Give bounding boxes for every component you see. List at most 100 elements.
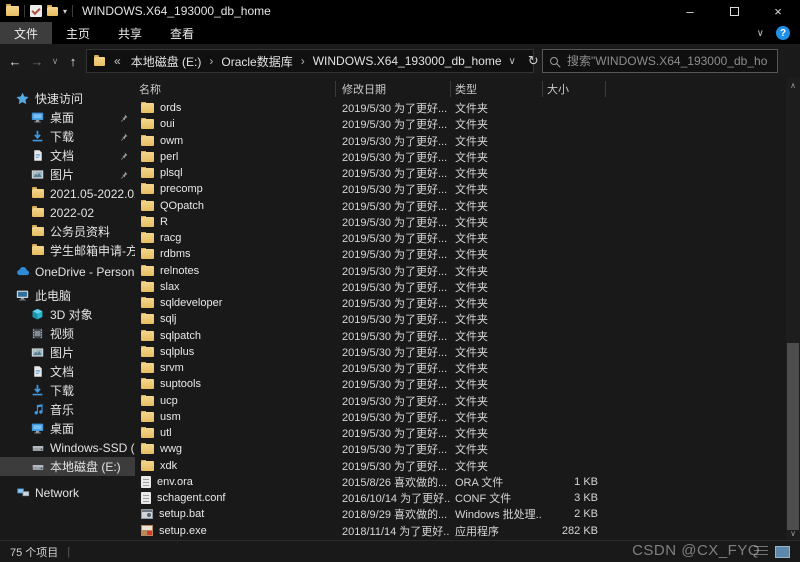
file-type: 文件夹 — [450, 328, 542, 344]
address-dropdown-icon[interactable]: ∨ — [509, 56, 516, 67]
folder-row[interactable]: srvm2019/5/30 为了更好...文件夹 — [135, 360, 786, 376]
column-divider[interactable] — [542, 81, 543, 97]
back-button[interactable]: ← — [4, 54, 26, 69]
sidebar-item[interactable]: 音乐 — [0, 400, 135, 419]
file-type: 应用程序 — [450, 523, 542, 539]
folder-icon — [141, 331, 154, 341]
file-row[interactable]: setup.bat2018/9/29 喜欢做的...Windows 批处理...… — [135, 506, 786, 522]
sidebar-item[interactable]: 学生邮箱申请-方宜 — [0, 241, 135, 260]
maximize-button[interactable] — [712, 0, 756, 22]
folder-row[interactable]: slax2019/5/30 为了更好...文件夹 — [135, 279, 786, 295]
refresh-icon[interactable]: ↻ — [528, 53, 539, 69]
help-icon[interactable]: ? — [776, 26, 790, 40]
column-header-date[interactable]: 修改日期 — [335, 81, 450, 97]
folder-row[interactable]: precomp2019/5/30 为了更好...文件夹 — [135, 181, 786, 197]
folder-row[interactable]: plsql2019/5/30 为了更好...文件夹 — [135, 165, 786, 181]
file-type: 文件夹 — [450, 181, 542, 197]
folder-row[interactable]: owm2019/5/30 为了更好...文件夹 — [135, 133, 786, 149]
sidebar-item-label: 此电脑 — [35, 287, 71, 304]
folder-row[interactable]: sqlpatch2019/5/30 为了更好...文件夹 — [135, 328, 786, 344]
vertical-scrollbar[interactable]: ∧ ∨ — [786, 78, 800, 540]
sidebar-item[interactable]: 视频 — [0, 324, 135, 343]
sidebar-item[interactable]: Windows-SSD (C:) — [0, 438, 135, 457]
thumbnail-view-icon[interactable] — [775, 546, 790, 558]
folder-icon — [141, 168, 154, 178]
column-divider[interactable] — [450, 81, 451, 97]
column-divider[interactable] — [335, 81, 336, 97]
sidebar-item[interactable]: 图片 — [0, 165, 135, 184]
properties-icon[interactable] — [30, 5, 42, 17]
folder-row[interactable]: sqldeveloper2019/5/30 为了更好...文件夹 — [135, 295, 786, 311]
breadcrumb-drive[interactable]: 本地磁盘 (E:) — [124, 53, 209, 70]
sidebar-item[interactable]: 下载 — [0, 127, 135, 146]
qat-dropdown-icon[interactable]: ▾ — [63, 7, 67, 16]
sidebar-item[interactable]: 桌面 — [0, 419, 135, 438]
ribbon-collapse-icon[interactable]: ∨ — [757, 28, 764, 39]
sidebar-item[interactable]: 文档 — [0, 146, 135, 165]
tab-file[interactable]: 文件 — [0, 22, 52, 44]
sidebar-item[interactable]: 2021.05-2022.02主 — [0, 184, 135, 203]
folder-row[interactable]: QOpatch2019/5/30 为了更好...文件夹 — [135, 198, 786, 214]
sidebar-item[interactable]: 公务员资料 — [0, 222, 135, 241]
sidebar-item[interactable]: 本地磁盘 (E:) — [0, 457, 135, 476]
date-modified: 2018/11/14 为了更好... — [335, 523, 450, 539]
file-name-cell: srvm — [135, 362, 335, 374]
file-row[interactable]: schagent.conf2016/10/14 为了更好...CONF 文件3 … — [135, 490, 786, 506]
file-row[interactable]: env.ora2015/8/26 喜欢做的...ORA 文件1 KB — [135, 474, 786, 490]
column-header-size[interactable]: 大小 — [542, 81, 605, 97]
sidebar-item-this-pc[interactable]: 此电脑 — [0, 286, 135, 305]
tab-share[interactable]: 共享 — [104, 22, 156, 44]
breadcrumb-oracle[interactable]: Oracle数据库 — [214, 53, 299, 70]
tab-view[interactable]: 查看 — [156, 22, 208, 44]
folder-row[interactable]: R2019/5/30 为了更好...文件夹 — [135, 214, 786, 230]
folder-row[interactable]: suptools2019/5/30 为了更好...文件夹 — [135, 376, 786, 392]
address-bar[interactable]: « 本地磁盘 (E:) › Oracle数据库 › WINDOWS.X64_19… — [86, 49, 534, 73]
new-folder-icon[interactable] — [47, 7, 58, 16]
tab-home[interactable]: 主页 — [52, 22, 104, 44]
breadcrumb-current[interactable]: WINDOWS.X64_193000_db_home — [306, 54, 509, 68]
folder-row[interactable]: relnotes2019/5/30 为了更好...文件夹 — [135, 263, 786, 279]
file-row[interactable]: setup.exe2018/11/14 为了更好...应用程序282 KB — [135, 523, 786, 539]
up-button[interactable]: ↑ — [62, 54, 84, 69]
sidebar-item[interactable]: 2022-02 — [0, 203, 135, 222]
download-icon — [30, 130, 45, 143]
search-box[interactable] — [542, 49, 778, 73]
scroll-up-icon[interactable]: ∧ — [786, 78, 800, 92]
file-name: sqlplus — [160, 346, 194, 358]
scroll-down-icon[interactable]: ∨ — [786, 526, 800, 540]
folder-row[interactable]: oui2019/5/30 为了更好...文件夹 — [135, 116, 786, 132]
folder-row[interactable]: xdk2019/5/30 为了更好...文件夹 — [135, 458, 786, 474]
sidebar-item[interactable]: 文档 — [0, 362, 135, 381]
sidebar-item[interactable]: 3D 对象 — [0, 305, 135, 324]
file-name: utl — [160, 427, 172, 439]
sidebar-item-label: 桌面 — [50, 420, 74, 437]
sidebar-item[interactable]: 桌面 — [0, 108, 135, 127]
folder-row[interactable]: rdbms2019/5/30 为了更好...文件夹 — [135, 246, 786, 262]
folder-row[interactable]: perl2019/5/30 为了更好...文件夹 — [135, 149, 786, 165]
sidebar-item-network[interactable]: Network — [0, 483, 135, 502]
column-header-type[interactable]: 类型 — [450, 81, 542, 97]
search-input[interactable] — [565, 53, 770, 69]
close-button[interactable]: × — [756, 0, 800, 22]
folder-row[interactable]: utl2019/5/30 为了更好...文件夹 — [135, 425, 786, 441]
folder-row[interactable]: ucp2019/5/30 为了更好...文件夹 — [135, 393, 786, 409]
minimize-button[interactable]: – — [668, 0, 712, 22]
history-dropdown-icon[interactable]: ∨ — [48, 56, 62, 67]
folder-row[interactable]: sqlj2019/5/30 为了更好...文件夹 — [135, 311, 786, 327]
folder-icon — [30, 246, 45, 255]
folder-row[interactable]: usm2019/5/30 为了更好...文件夹 — [135, 409, 786, 425]
scrollbar-thumb[interactable] — [787, 343, 799, 530]
sidebar-item[interactable]: 图片 — [0, 343, 135, 362]
sidebar-item[interactable]: 下载 — [0, 381, 135, 400]
sidebar-item-quick-access[interactable]: 快速访问 — [0, 89, 135, 108]
folder-row[interactable]: ords2019/5/30 为了更好...文件夹 — [135, 100, 786, 116]
folder-row[interactable]: wwg2019/5/30 为了更好...文件夹 — [135, 441, 786, 457]
forward-button[interactable]: → — [26, 54, 48, 69]
folder-row[interactable]: racg2019/5/30 为了更好...文件夹 — [135, 230, 786, 246]
breadcrumb-overflow-icon[interactable]: « — [111, 54, 124, 68]
file-rows: ords2019/5/30 为了更好...文件夹oui2019/5/30 为了更… — [135, 100, 786, 540]
folder-row[interactable]: sqlplus2019/5/30 为了更好...文件夹 — [135, 344, 786, 360]
sidebar-item-onedrive[interactable]: OneDrive - Personal — [0, 262, 135, 281]
column-divider[interactable] — [605, 81, 606, 97]
column-header-name[interactable]: 名称 — [135, 81, 335, 97]
